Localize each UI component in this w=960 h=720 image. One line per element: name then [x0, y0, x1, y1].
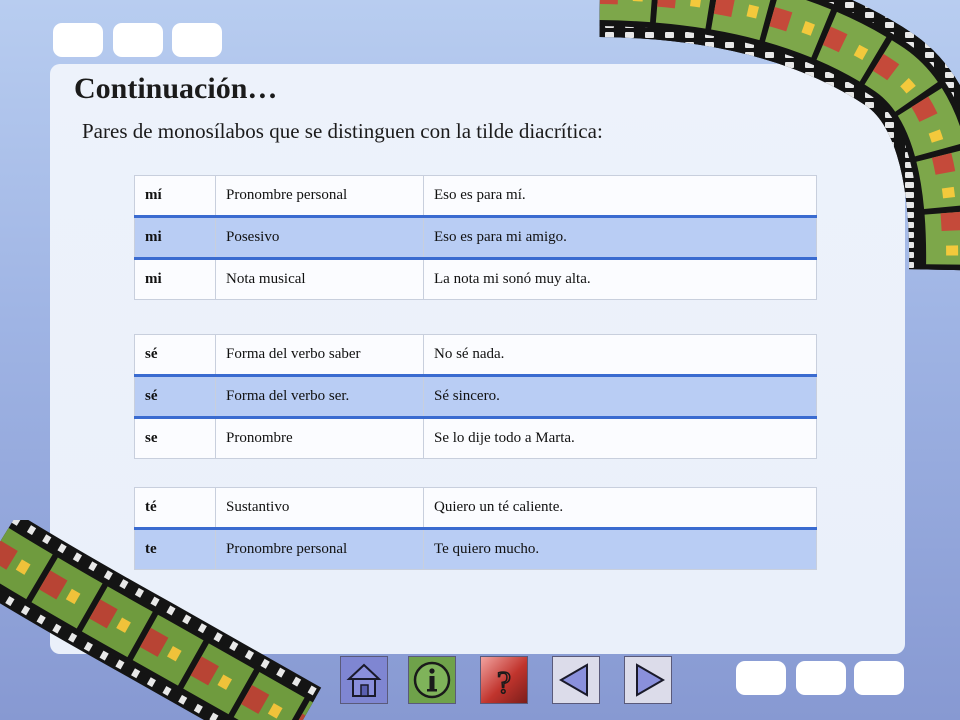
help-icon: ? [496, 663, 512, 701]
table-row: té Sustantivo Quiero un té caliente. [134, 487, 817, 529]
meaning-cell: Sustantivo [215, 487, 424, 529]
corner-tab-bottom-1 [736, 661, 786, 695]
meaning-cell: Pronombre personal [215, 527, 424, 570]
table-se-pairs: sé Forma del verbo saber No sé nada. sé … [134, 334, 817, 459]
word-cell: mi [134, 215, 216, 259]
word-cell: se [134, 416, 216, 459]
next-button[interactable] [624, 656, 672, 704]
corner-tab-top-2 [113, 23, 163, 57]
next-arrow-icon [636, 663, 666, 697]
table-row: mi Posesivo Eso es para mi amigo. [134, 215, 817, 259]
corner-tab-bottom-3 [854, 661, 904, 695]
example-cell: Se lo dije todo a Marta. [423, 416, 817, 459]
example-cell: Quiero un té caliente. [423, 487, 817, 529]
previous-arrow-icon [558, 663, 588, 697]
word-cell: mí [134, 175, 216, 217]
table-row: sé Forma del verbo saber No sé nada. [134, 334, 817, 376]
word-cell: mi [134, 257, 216, 300]
corner-tab-bottom-2 [796, 661, 846, 695]
info-button[interactable] [408, 656, 456, 704]
slide-title: Continuación… [74, 72, 278, 105]
example-cell: Sé sincero. [423, 374, 817, 418]
home-button[interactable] [340, 656, 388, 704]
word-cell: sé [134, 374, 216, 418]
word-cell: sé [134, 334, 216, 376]
example-cell: Eso es para mi amigo. [423, 215, 817, 259]
meaning-cell: Forma del verbo ser. [215, 374, 424, 418]
svg-text:?: ? [497, 664, 511, 700]
example-cell: Eso es para mí. [423, 175, 817, 217]
meaning-cell: Forma del verbo saber [215, 334, 424, 376]
table-row: te Pronombre personal Te quiero mucho. [134, 527, 817, 570]
example-cell: No sé nada. [423, 334, 817, 376]
word-cell: té [134, 487, 216, 529]
example-cell: Te quiero mucho. [423, 527, 817, 570]
meaning-cell: Posesivo [215, 215, 424, 259]
meaning-cell: Pronombre personal [215, 175, 424, 217]
example-cell: La nota mi sonó muy alta. [423, 257, 817, 300]
corner-tab-top-1 [53, 23, 103, 57]
table-row: sé Forma del verbo ser. Sé sincero. [134, 374, 817, 418]
slide-subtitle: Pares de monosílabos que se distinguen c… [82, 119, 603, 143]
help-button[interactable]: ? [480, 656, 528, 704]
table-mi-pairs: mí Pronombre personal Eso es para mí. mi… [134, 175, 817, 300]
table-row: mi Nota musical La nota mi sonó muy alta… [134, 257, 817, 300]
info-icon [413, 661, 451, 699]
corner-tab-top-3 [172, 23, 222, 57]
word-cell: te [134, 527, 216, 570]
table-row: se Pronombre Se lo dije todo a Marta. [134, 416, 817, 459]
meaning-cell: Pronombre [215, 416, 424, 459]
table-te-pairs: té Sustantivo Quiero un té caliente. te … [134, 487, 817, 570]
table-row: mí Pronombre personal Eso es para mí. [134, 175, 817, 217]
previous-button[interactable] [552, 656, 600, 704]
meaning-cell: Nota musical [215, 257, 424, 300]
home-icon [346, 663, 382, 697]
